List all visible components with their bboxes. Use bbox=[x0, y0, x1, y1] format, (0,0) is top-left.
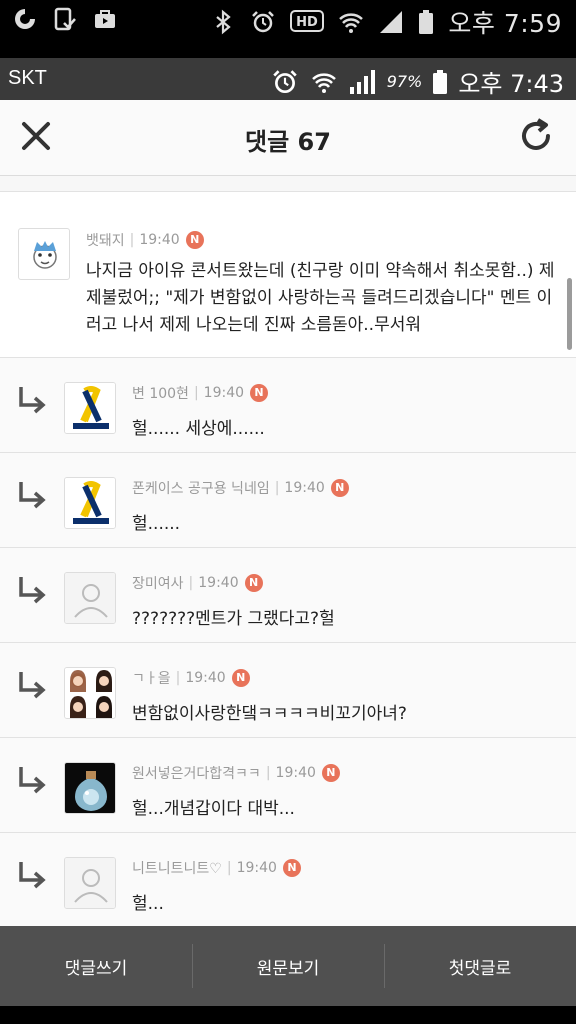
meta-divider: | bbox=[175, 670, 181, 686]
meta-divider: | bbox=[188, 575, 194, 591]
avatar bbox=[64, 667, 116, 719]
comment-time: 19:40 bbox=[275, 765, 316, 781]
meta-divider: | bbox=[274, 480, 280, 496]
author-name: 변 100현 bbox=[132, 386, 189, 402]
comment-meta: 폰케이스 공구용 닉네임 | 19:40 N bbox=[132, 478, 349, 498]
new-badge: N bbox=[321, 764, 340, 782]
write-comment-button[interactable]: 댓글쓰기 bbox=[0, 926, 192, 1006]
new-badge: N bbox=[282, 859, 301, 877]
hd-voice-icon: HD bbox=[290, 10, 325, 32]
avatar bbox=[64, 762, 116, 814]
author-name: ㄱㅏ을 bbox=[132, 671, 171, 687]
comment-text: 헐... bbox=[132, 894, 164, 914]
comment-meta: 뱃돼지 | 19:40 N bbox=[86, 230, 204, 250]
meta-divider: | bbox=[129, 232, 135, 248]
reply-arrow-icon bbox=[19, 482, 46, 509]
navigation-strip bbox=[0, 1006, 576, 1024]
list-divider bbox=[0, 176, 576, 192]
refresh-icon[interactable] bbox=[516, 116, 556, 156]
comment-text: 변함없이사랑한댘ㅋㅋㅋㅋ비꼬기아녀? bbox=[132, 704, 407, 724]
comment-meta: ㄱㅏ을 | 19:40 N bbox=[132, 668, 250, 688]
reply-arrow-icon bbox=[19, 577, 46, 604]
comment-time: 19:40 bbox=[185, 670, 226, 686]
o-app-icon bbox=[15, 9, 35, 29]
comment-meta: 원서넣은거다합격ㅋㅋ | 19:40 N bbox=[132, 763, 340, 783]
view-original-button[interactable]: 원문보기 bbox=[192, 926, 384, 1006]
author-name: 폰케이스 공구용 닉네임 bbox=[132, 481, 270, 497]
new-badge: N bbox=[250, 384, 269, 402]
new-badge: N bbox=[185, 231, 204, 249]
reply-item[interactable]: 니트니트니트♡ | 19:40 N 헐... bbox=[0, 833, 576, 926]
signal-bars-icon bbox=[349, 69, 375, 94]
svg-text:HD: HD bbox=[297, 15, 319, 30]
wifi-icon bbox=[311, 72, 336, 93]
signal-icon bbox=[380, 11, 403, 33]
bottom-toolbar: 댓글쓰기 원문보기 첫댓글로 bbox=[0, 926, 576, 1006]
avatar bbox=[64, 572, 116, 624]
battery-percent: 97% bbox=[386, 72, 423, 91]
app-status-time: 오후 7:43 bbox=[458, 70, 564, 98]
comment-time: 19:40 bbox=[203, 385, 245, 401]
comments-header: 댓글 67 bbox=[0, 100, 576, 176]
system-time: 오후 7:59 bbox=[448, 9, 562, 38]
comment-text: 나지금 아이유 콘서트왔는데 (친구랑 이미 약속해서 취소못함..) 제제불렀… bbox=[86, 261, 555, 335]
reply-arrow-icon bbox=[19, 767, 46, 794]
meta-divider: | bbox=[193, 385, 199, 401]
battery-icon bbox=[419, 10, 434, 34]
wifi-icon bbox=[339, 13, 364, 33]
reply-arrow-icon bbox=[19, 387, 46, 414]
battery-icon bbox=[433, 69, 448, 94]
comment-time: 19:40 bbox=[139, 232, 180, 248]
bag-icon bbox=[95, 10, 115, 28]
phone-check-icon bbox=[54, 7, 76, 31]
reply-item[interactable]: 변 100현 | 19:40 N 헐...... 세상에...... bbox=[0, 358, 576, 453]
system-status-bar: HD 오후 7:59 bbox=[0, 0, 576, 40]
comment-text: ???????멘트가 그랬다고?헐 bbox=[132, 609, 335, 629]
comment-item[interactable]: 뱃돼지 | 19:40 N 나지금 아이유 콘서트왔는데 (친구랑 이미 약속해… bbox=[0, 192, 576, 358]
author-name: 원서넣은거다합격ㅋㅋ bbox=[132, 766, 261, 782]
alarm-icon bbox=[252, 11, 275, 33]
comment-meta: 장미여사 | 19:40 N bbox=[132, 573, 263, 593]
app-status-bar: SKT 97% 오후 7:43 bbox=[0, 58, 576, 100]
comment-text: 헐...... 세상에...... bbox=[132, 419, 265, 439]
new-badge: N bbox=[231, 669, 250, 687]
carrier-label: SKT bbox=[8, 67, 47, 89]
comment-meta: 니트니트니트♡ | 19:40 N bbox=[132, 858, 301, 878]
page-title: 댓글 67 bbox=[245, 128, 331, 156]
avatar bbox=[64, 857, 116, 909]
new-badge: N bbox=[244, 574, 263, 592]
new-badge: N bbox=[330, 479, 349, 497]
comment-text: 헐...개념갑이다 대박... bbox=[132, 799, 295, 819]
comment-time: 19:40 bbox=[198, 575, 239, 591]
reply-arrow-icon bbox=[19, 672, 46, 699]
comment-meta: 변 100현 | 19:40 N bbox=[132, 383, 269, 403]
reply-item[interactable]: ㄱㅏ을 | 19:40 N 변함없이사랑한댘ㅋㅋㅋㅋ비꼬기아녀? bbox=[0, 643, 576, 738]
alarm-icon bbox=[273, 69, 297, 93]
comment-list[interactable]: 뱃돼지 | 19:40 N 나지금 아이유 콘서트왔는데 (친구랑 이미 약속해… bbox=[0, 176, 576, 926]
first-comment-button[interactable]: 첫댓글로 bbox=[384, 926, 576, 1006]
bluetooth-icon bbox=[216, 9, 232, 35]
comment-time: 19:40 bbox=[236, 860, 277, 876]
avatar bbox=[64, 477, 116, 529]
reply-item[interactable]: 폰케이스 공구용 닉네임 | 19:40 N 헐...... bbox=[0, 453, 576, 548]
comment-text: 헐...... bbox=[132, 514, 181, 534]
author-name: 장미여사 bbox=[132, 576, 184, 592]
scrollbar[interactable] bbox=[567, 278, 572, 350]
meta-divider: | bbox=[226, 860, 232, 876]
comment-time: 19:40 bbox=[284, 480, 325, 496]
author-name: 뱃돼지 bbox=[86, 233, 125, 249]
meta-divider: | bbox=[265, 765, 271, 781]
author-name: 니트니트니트♡ bbox=[132, 861, 222, 877]
reply-arrow-icon bbox=[19, 862, 46, 889]
reply-item[interactable]: 장미여사 | 19:40 N ???????멘트가 그랬다고?헐 bbox=[0, 548, 576, 643]
avatar bbox=[18, 228, 70, 280]
reply-item[interactable]: 원서넣은거다합격ㅋㅋ | 19:40 N 헐...개념갑이다 대박... bbox=[0, 738, 576, 833]
avatar bbox=[64, 382, 116, 434]
